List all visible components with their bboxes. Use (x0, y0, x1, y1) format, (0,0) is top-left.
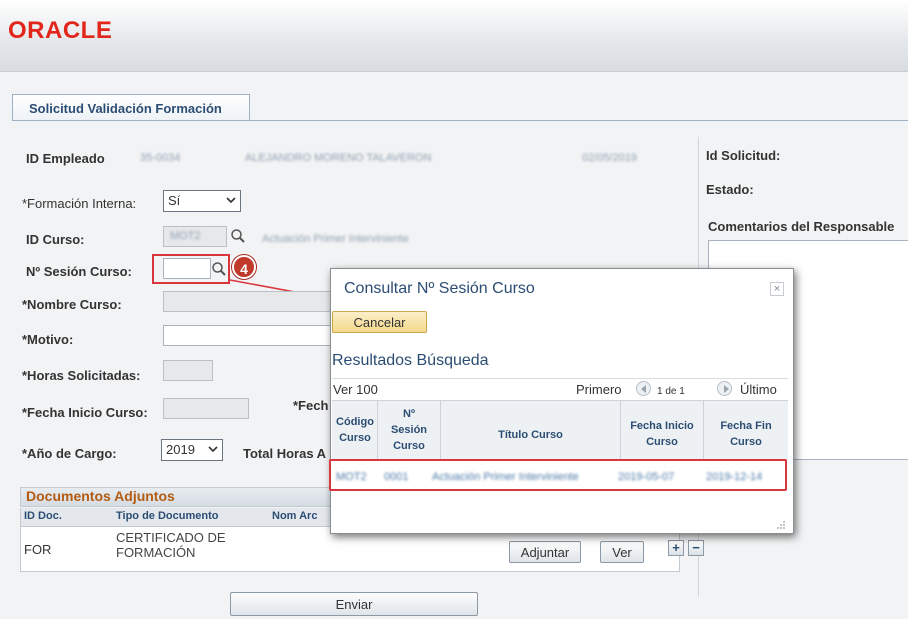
session-highlight-box (152, 254, 230, 284)
col-id-doc: ID Doc. (24, 510, 62, 522)
page-info: 1 de 1 (657, 386, 685, 397)
col-codigo-line2: Curso (339, 432, 371, 444)
cancelar-button[interactable]: Cancelar (332, 311, 427, 333)
col-sesion-line1: Nº (403, 408, 415, 420)
motivo-label: *Motivo: (22, 332, 74, 347)
id-curso-value: MOT2 (170, 230, 201, 242)
formacion-interna-value: Sí (168, 193, 181, 208)
col-codigo-curso[interactable]: Código Curso (333, 414, 377, 446)
curso-description: Actuación Primer Interviniente (262, 233, 409, 245)
add-row-button[interactable]: + (668, 540, 684, 556)
oracle-logo: ORACLE (8, 17, 113, 44)
sesion-curso-label: Nº Sesión Curso: (26, 264, 132, 279)
col-fecha-inicio-line1: Fecha Inicio (630, 420, 694, 432)
id-empleado-label: ID Empleado (26, 151, 105, 166)
col-titulo-curso[interactable]: Título Curso (441, 427, 620, 443)
previous-icon[interactable] (636, 381, 651, 396)
formacion-interna-label: *Formación Interna: (22, 196, 137, 211)
fecha-fin-label: *Fech (293, 398, 329, 413)
first-page-link[interactable]: Primero (576, 382, 622, 397)
id-empleado-value: 35-0034 (140, 152, 181, 164)
tab-divider (12, 120, 908, 121)
row-highlight-box (329, 459, 787, 491)
col-sesion-curso[interactable]: Nº Sesión Curso (378, 406, 440, 454)
col-fecha-fin-line1: Fecha Fin (720, 420, 772, 432)
anio-cargo-select[interactable]: 2019 (161, 439, 223, 461)
col-nombre-archivo: Nom Arc (272, 510, 318, 522)
id-curso-label: ID Curso: (26, 232, 85, 247)
col-codigo-line1: Código (336, 416, 374, 428)
fecha-inicio-label: *Fecha Inicio Curso: (22, 405, 148, 420)
col-tipo-documento: Tipo de Documento (116, 510, 219, 522)
col-sesion-line3: Curso (393, 440, 425, 452)
estado-label: Estado: (706, 182, 754, 197)
arrow-right-icon (724, 385, 729, 393)
modal-title: Consultar Nº Sesión Curso (344, 280, 535, 297)
remove-row-button[interactable]: − (688, 540, 704, 556)
id-solicitud-label: Id Solicitud: (706, 148, 781, 163)
doc-id: FOR (24, 542, 52, 557)
next-icon[interactable] (717, 381, 732, 396)
enviar-button[interactable]: Enviar (230, 592, 478, 616)
col-fecha-fin-line2: Curso (730, 436, 762, 448)
resize-grip-icon[interactable] (776, 520, 786, 530)
app-header (0, 0, 908, 72)
doc-tipo: CERTIFICADO DE FORMACIÓN (116, 530, 226, 560)
fecha-inicio-input[interactable] (163, 398, 249, 419)
total-horas-label: Total Horas A (243, 446, 327, 461)
anio-cargo-label: *Año de Cargo: (22, 446, 117, 461)
ver-button[interactable]: Ver (600, 541, 644, 563)
nombre-curso-input[interactable] (163, 291, 333, 312)
tab-solicitud-validacion[interactable]: Solicitud Validación Formación (12, 94, 250, 120)
documentos-title: Documentos Adjuntos (26, 488, 175, 504)
comentarios-label: Comentarios del Responsable (708, 219, 895, 234)
adjuntar-button[interactable]: Adjuntar (509, 541, 581, 563)
horas-solicitadas-input[interactable] (163, 360, 213, 381)
view-all-link[interactable]: Ver 100 (333, 382, 378, 397)
col-fecha-inicio[interactable]: Fecha Inicio Curso (621, 418, 703, 450)
results-title: Resultados Búsqueda (332, 352, 489, 369)
arrow-left-icon (641, 385, 646, 393)
employee-name: ALEJANDRO MORENO TALAVERON (245, 152, 432, 164)
id-curso-input[interactable]: MOT2 (163, 226, 227, 247)
anio-cargo-value: 2019 (166, 442, 195, 457)
search-icon[interactable] (230, 228, 246, 244)
motivo-input[interactable] (163, 325, 333, 346)
close-icon[interactable]: × (770, 282, 784, 296)
col-fecha-fin[interactable]: Fecha Fin Curso (704, 418, 788, 450)
col-fecha-inicio-line2: Curso (646, 436, 678, 448)
chevron-down-icon (208, 446, 218, 453)
nombre-curso-label: *Nombre Curso: (22, 297, 122, 312)
chevron-down-icon (226, 197, 236, 204)
date-value: 02/05/2019 (582, 152, 638, 164)
col-sesion-line2: Sesión (390, 424, 428, 436)
last-page-link[interactable]: Último (740, 382, 777, 397)
horas-solicitadas-label: *Horas Solicitadas: (22, 368, 141, 383)
formacion-interna-select[interactable]: Sí (163, 190, 241, 212)
